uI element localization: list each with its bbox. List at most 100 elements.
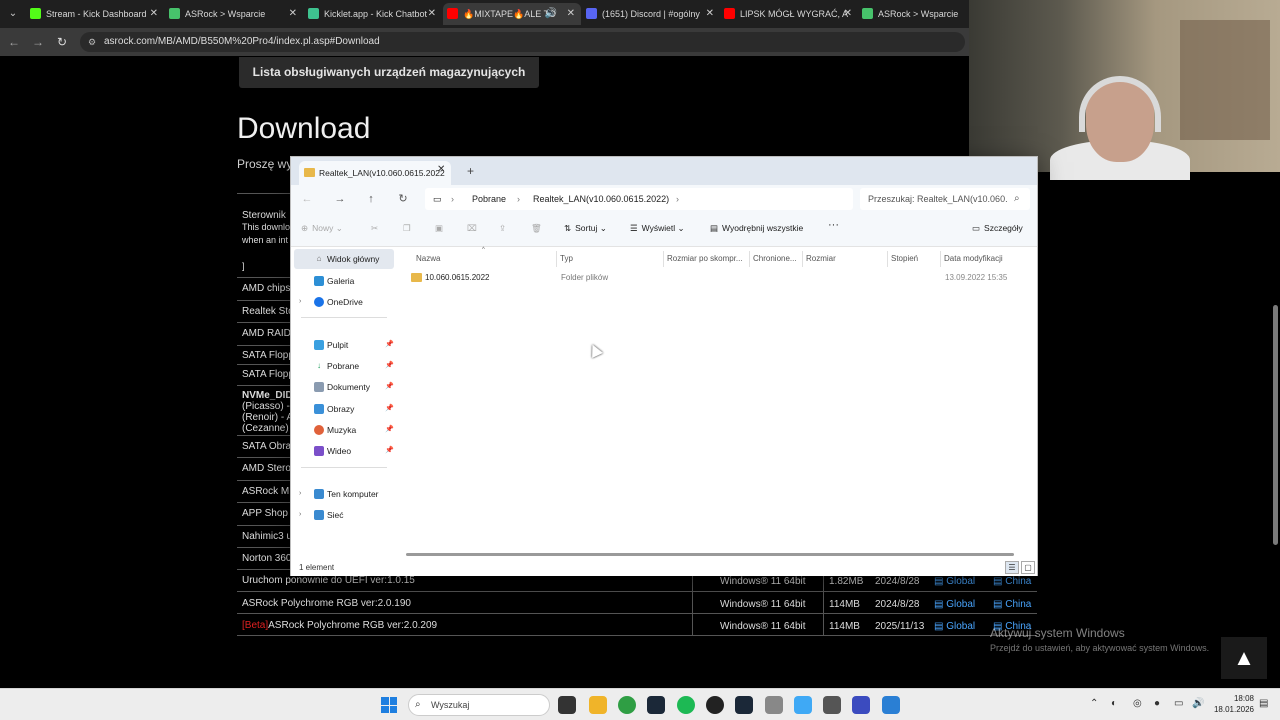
- taskbar-clock[interactable]: 18:08 18.01.2026: [1212, 693, 1254, 715]
- nav-item-onedrive[interactable]: › OneDrive: [294, 292, 394, 312]
- address-bar[interactable]: asrock.com/MB/AMD/B550M%20Pro4/index.pl.…: [80, 32, 965, 52]
- pin-icon[interactable]: 📌: [385, 420, 394, 440]
- nav-item-this-pc[interactable]: › Ten komputer: [294, 484, 394, 504]
- microphone-icon[interactable]: ●: [1154, 698, 1160, 709]
- steam-icon[interactable]: [647, 696, 665, 714]
- reload-icon[interactable]: ↻: [54, 34, 70, 50]
- delete-icon[interactable]: 🗑: [531, 223, 542, 234]
- app-icon[interactable]: [852, 696, 870, 714]
- app-icon[interactable]: [765, 696, 783, 714]
- column-header-name[interactable]: Nazwa: [416, 254, 440, 263]
- nav-item-videos[interactable]: Wideo 📌: [294, 441, 394, 461]
- column-header-size[interactable]: Rozmiar: [806, 254, 836, 263]
- column-header-compressed-size[interactable]: Rozmiar po skompr...: [667, 254, 743, 263]
- settings-gear-icon[interactable]: [823, 696, 841, 714]
- breadcrumb[interactable]: ▭ › Pobrane › Realtek_LAN(v10.060.0615.2…: [425, 188, 853, 210]
- nav-item-home[interactable]: ⌂ Widok główny: [294, 249, 394, 269]
- column-header-ratio[interactable]: Stopień: [891, 254, 918, 263]
- obs-icon[interactable]: [706, 696, 724, 714]
- tab-list-chevron-icon[interactable]: ⌄: [5, 6, 21, 22]
- tray-app-icon[interactable]: ◐: [1111, 698, 1117, 709]
- column-divider[interactable]: [556, 251, 557, 267]
- column-divider[interactable]: [887, 251, 888, 267]
- nav-item-gallery[interactable]: Galeria: [294, 271, 394, 291]
- view-button[interactable]: ☰ Wyświetl ⌄: [630, 223, 685, 234]
- forward-arrow-icon[interactable]: →: [332, 191, 348, 207]
- close-tab-icon[interactable]: ✕: [289, 3, 297, 25]
- file-explorer-icon[interactable]: [589, 696, 607, 714]
- browser-tab[interactable]: Stream - Kick Dashboard ✕: [26, 3, 164, 25]
- up-arrow-icon[interactable]: ↑: [363, 191, 379, 207]
- nav-item-network[interactable]: › Sieć: [294, 505, 394, 525]
- explorer-tab[interactable]: Realtek_LAN(v10.060.0615.2022: [299, 161, 451, 185]
- browser-tab-active[interactable]: 🔥MIXTAPE🔥ALE TO 🔊 ✕: [443, 3, 581, 25]
- more-options-button[interactable]: ···: [828, 219, 839, 231]
- taskbar-search-box[interactable]: Wyszukaj: [408, 694, 550, 716]
- column-header-modified[interactable]: Data modyfikacji: [944, 254, 1003, 263]
- chrome-icon[interactable]: [618, 696, 636, 714]
- file-row[interactable]: 10.060.0615.2022 Folder plików 13.09.202…: [407, 269, 1032, 287]
- horizontal-scrollbar[interactable]: [406, 553, 1014, 556]
- details-view-icon[interactable]: ☰: [1005, 561, 1019, 574]
- back-arrow-icon[interactable]: ←: [299, 191, 315, 207]
- speaker-icon[interactable]: 🔊: [545, 3, 557, 25]
- new-button[interactable]: ⊕ Nowy ⌄: [301, 223, 343, 234]
- nav-item-desktop[interactable]: Pulpit 📌: [294, 335, 394, 355]
- column-divider[interactable]: [663, 251, 664, 267]
- paste-icon[interactable]: ▣: [435, 223, 443, 234]
- close-tab-icon[interactable]: ✕: [706, 3, 714, 25]
- column-header-protected[interactable]: Chronione...: [753, 254, 797, 263]
- browser-tab[interactable]: (1651) Discord | #ogólny ✕: [582, 3, 720, 25]
- pin-icon[interactable]: 📌: [385, 335, 394, 355]
- extract-all-button[interactable]: ▤ Wyodrębnij wszystkie: [710, 223, 803, 234]
- facebook-icon[interactable]: [794, 696, 812, 714]
- volume-icon[interactable]: 🔊: [1192, 698, 1204, 709]
- nav-item-downloads[interactable]: ↓ Pobrane 📌: [294, 356, 394, 376]
- rename-icon[interactable]: ⌧: [467, 223, 477, 234]
- pin-icon[interactable]: 📌: [385, 377, 394, 397]
- download-china-link[interactable]: ▤ China: [993, 576, 1031, 587]
- pin-icon[interactable]: 📌: [385, 356, 394, 376]
- pin-icon[interactable]: 📌: [385, 399, 394, 419]
- cut-icon[interactable]: ✂: [371, 223, 378, 234]
- browser-tab[interactable]: ASRock > Wsparcie ✕: [165, 3, 303, 25]
- steam-icon[interactable]: [735, 696, 753, 714]
- download-global-link[interactable]: ▤ Global: [934, 599, 975, 610]
- forward-arrow-icon[interactable]: →: [30, 34, 46, 50]
- expand-chevron-icon[interactable]: ›: [299, 484, 301, 504]
- nav-item-music[interactable]: Muzyka 📌: [294, 420, 394, 440]
- pin-icon[interactable]: 📌: [385, 441, 394, 461]
- copy-icon[interactable]: ❐: [403, 223, 411, 234]
- tray-chevron-icon[interactable]: ⌃: [1090, 698, 1098, 709]
- expand-chevron-icon[interactable]: ›: [299, 292, 301, 312]
- back-arrow-icon[interactable]: ←: [6, 34, 22, 50]
- close-tab-icon[interactable]: ✕: [567, 3, 575, 25]
- page-scrollbar[interactable]: [1273, 305, 1278, 545]
- share-icon[interactable]: ⇪: [499, 223, 506, 234]
- spotify-icon[interactable]: [677, 696, 695, 714]
- sort-button[interactable]: ⇅ Sortuj ⌄: [564, 223, 607, 234]
- site-info-icon[interactable]: ⚙: [88, 37, 98, 47]
- close-tab-icon[interactable]: ✕: [844, 3, 852, 25]
- column-header-type[interactable]: Typ: [560, 254, 573, 263]
- column-divider[interactable]: [940, 251, 941, 267]
- browser-tab[interactable]: ASRock > Wsparcie: [858, 3, 968, 25]
- column-divider[interactable]: [749, 251, 750, 267]
- display-icon[interactable]: ▭: [1174, 698, 1183, 709]
- close-tab-icon[interactable]: ✕: [150, 3, 158, 25]
- close-tab-icon[interactable]: ✕: [428, 3, 436, 25]
- task-view-icon[interactable]: [558, 696, 576, 714]
- close-tab-icon[interactable]: ✕: [437, 164, 445, 175]
- tiles-view-icon[interactable]: ▢: [1021, 561, 1035, 574]
- browser-tab[interactable]: Kicklet.app - Kick Chatbot ✕: [304, 3, 442, 25]
- start-windows-icon[interactable]: [381, 697, 397, 713]
- explorer-search-input[interactable]: Przeszukaj: Realtek_LAN(v10.060.: [860, 188, 1030, 210]
- nav-item-documents[interactable]: Dokumenty 📌: [294, 377, 394, 397]
- this-pc-icon[interactable]: ▭: [433, 188, 442, 210]
- download-global-link[interactable]: ▤ Global: [934, 576, 975, 587]
- breadcrumb-item[interactable]: Realtek_LAN(v10.060.0615.2022): [533, 188, 669, 210]
- expand-chevron-icon[interactable]: ›: [299, 505, 301, 525]
- new-tab-plus-icon[interactable]: +: [467, 164, 474, 178]
- column-divider[interactable]: [802, 251, 803, 267]
- browser-tab[interactable]: LIPSK MÓGŁ WYGRAĆ, A ✕: [720, 3, 858, 25]
